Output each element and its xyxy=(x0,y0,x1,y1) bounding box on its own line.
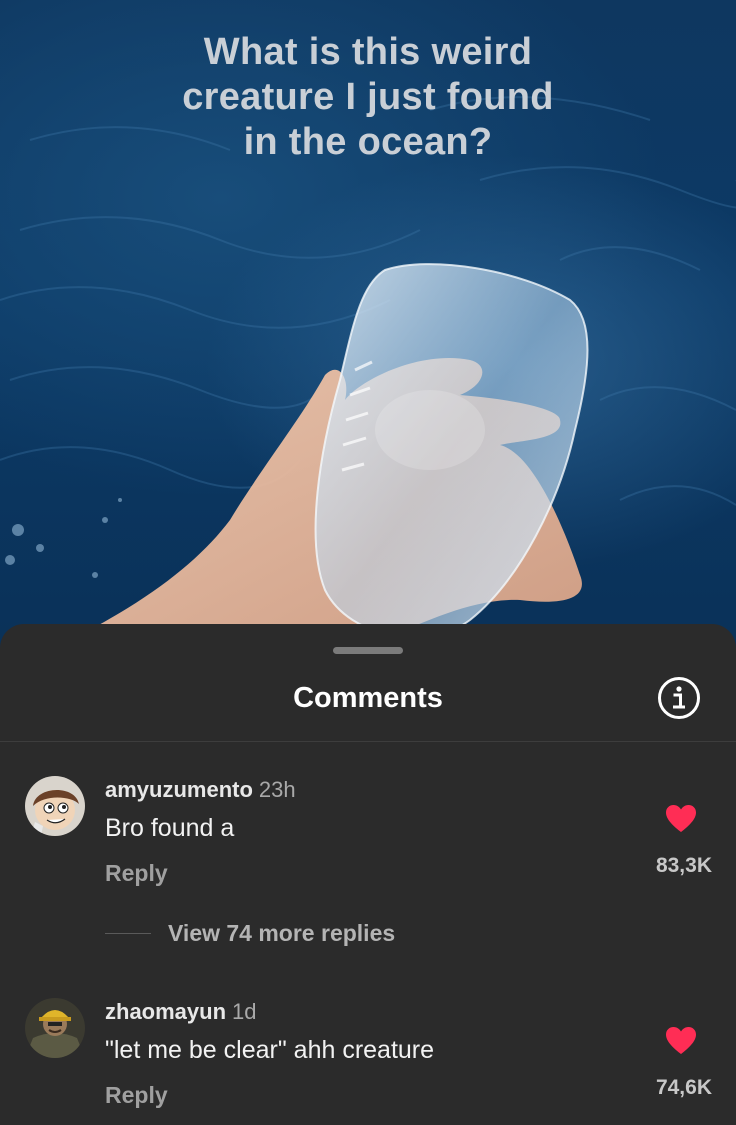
replies-divider xyxy=(105,933,151,934)
avatar[interactable] xyxy=(25,776,85,836)
avatar[interactable] xyxy=(25,998,85,1058)
comments-sheet: Comments amyuzumento 23h Bro found a Repl… xyxy=(0,624,736,1125)
username-text[interactable]: zhaomayun xyxy=(105,999,226,1024)
comment-username[interactable]: zhaomayun 1d xyxy=(105,999,257,1025)
username-text[interactable]: amyuzumento xyxy=(105,777,253,802)
header-divider xyxy=(0,741,736,742)
comment-time: 23h xyxy=(258,777,296,802)
reply-button[interactable]: Reply xyxy=(105,1082,168,1109)
comment-text: "let me be clear" ahh creature xyxy=(105,1036,435,1064)
like-count: 83,3K xyxy=(655,854,712,877)
info-icon[interactable] xyxy=(657,676,701,720)
comment-time: 1d xyxy=(232,999,257,1024)
like-count: 74,6K xyxy=(655,1076,712,1099)
comment-username[interactable]: amyuzumento 23h xyxy=(105,777,296,803)
comment-text: Bro found a xyxy=(105,814,235,842)
hand-holding-creature xyxy=(70,263,589,640)
heart-icon[interactable] xyxy=(665,1026,697,1056)
video-player[interactable]: What is this weird creature I just found… xyxy=(0,0,736,660)
sheet-title: Comments xyxy=(293,682,443,714)
heart-icon[interactable] xyxy=(665,804,697,834)
sheet-drag-handle[interactable] xyxy=(333,647,403,654)
view-more-replies-button[interactable]: View 74 more replies xyxy=(168,920,395,947)
reply-button[interactable]: Reply xyxy=(105,860,168,887)
